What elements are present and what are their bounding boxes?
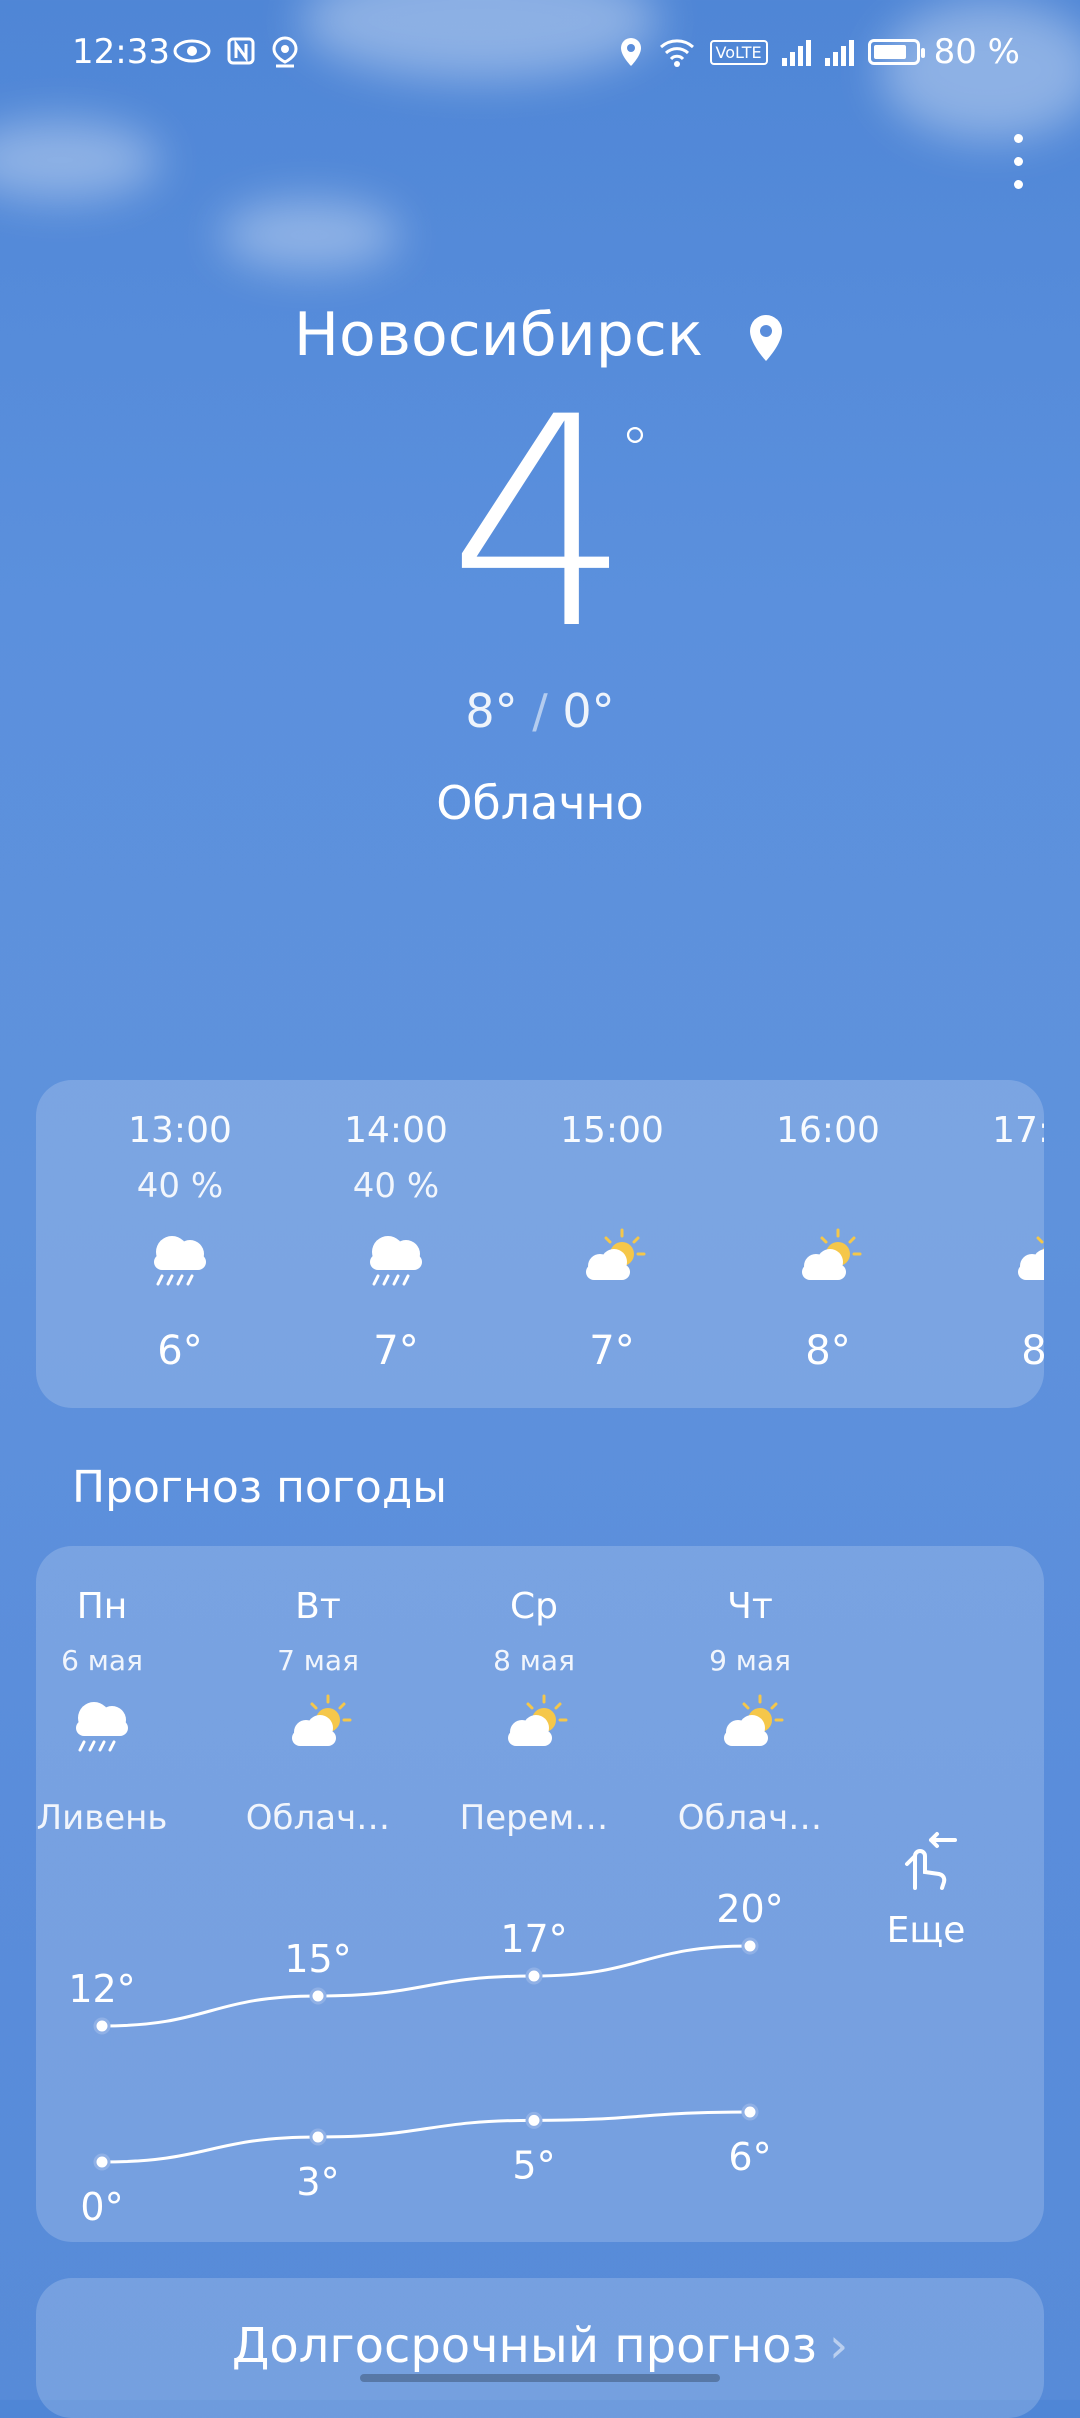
day-date: 6 мая bbox=[61, 1644, 143, 1677]
high-temp-line bbox=[101, 1944, 751, 2028]
high-temp-label: 12° bbox=[68, 1967, 135, 2011]
temperature-value: 4 bbox=[447, 356, 633, 693]
hour-temp: 8° bbox=[1021, 1328, 1044, 1374]
status-time: 12:33 bbox=[72, 32, 170, 72]
day-date: 8 мая bbox=[493, 1644, 575, 1677]
hour-time: 15:00 bbox=[560, 1110, 664, 1151]
low-temp-label: 5° bbox=[512, 2143, 555, 2187]
home-indicator[interactable] bbox=[360, 2374, 720, 2382]
hour-time: 16:00 bbox=[776, 1110, 880, 1151]
day-weekday: Ср bbox=[510, 1586, 558, 1627]
hourly-forecast-card[interactable]: 13:00 40 % 6° 14:00 40 % 7° 15:00 7° 16:00 8° 17:0… bbox=[36, 1080, 1044, 1408]
volte-badge: VoLTE bbox=[709, 39, 768, 65]
hour-temp: 7° bbox=[373, 1328, 419, 1374]
battery-fill bbox=[873, 45, 906, 59]
long-forecast-label: Долгосрочный прогноз bbox=[231, 2318, 817, 2374]
chevron-right-icon: › bbox=[828, 2318, 849, 2374]
high-temp-point bbox=[525, 1967, 543, 1985]
degree-symbol: ° bbox=[620, 415, 650, 485]
more-label: Еще bbox=[886, 1910, 966, 1951]
low-temp-point bbox=[309, 2128, 327, 2146]
long-forecast-row: Долгосрочный прогноз › bbox=[36, 2318, 1044, 2374]
hour-temp: 8° bbox=[805, 1328, 851, 1374]
partly-cloudy-icon bbox=[572, 1220, 652, 1300]
forecast-title: Прогноз погоды bbox=[72, 1462, 448, 1513]
partly-cloudy-icon bbox=[278, 1686, 358, 1766]
low-temp-point bbox=[93, 2153, 111, 2171]
status-bar: 12:33 VoLTE 80 % bbox=[0, 24, 1080, 84]
low-temp-line bbox=[101, 2110, 751, 2164]
low-temp-point bbox=[525, 2111, 543, 2129]
daily-forecast-card[interactable]: 12° 15° 17° 20° 0° 3° 5° 6° Еще Пн 6 мая Ливень Вт… bbox=[36, 1546, 1044, 2242]
high-low-separator: / bbox=[532, 684, 548, 738]
condition-text: Облачно bbox=[436, 776, 644, 830]
high-temp-point bbox=[741, 1937, 759, 1955]
partly-cloudy-icon bbox=[710, 1686, 790, 1766]
more-options-icon[interactable] bbox=[1006, 134, 1030, 189]
more-button[interactable]: Еще bbox=[866, 1826, 986, 1951]
signal-icon-2 bbox=[824, 38, 854, 66]
hour-time: 17:00 bbox=[992, 1110, 1044, 1151]
high-temp: 8° bbox=[465, 684, 518, 738]
long-forecast-button[interactable]: Долгосрочный прогноз › bbox=[36, 2278, 1044, 2418]
rain-cloud-icon bbox=[62, 1686, 142, 1766]
rain-cloud-icon bbox=[356, 1220, 436, 1300]
status-right-icons: VoLTE 80 % bbox=[618, 32, 1020, 72]
rain-cloud-icon bbox=[140, 1220, 220, 1300]
location-icon bbox=[620, 38, 641, 66]
high-temp-label: 17° bbox=[500, 1917, 567, 1961]
battery-icon bbox=[867, 39, 925, 65]
day-date: 7 мая bbox=[277, 1644, 359, 1677]
hour-precip: 40 % bbox=[136, 1166, 224, 1206]
low-temp: 0° bbox=[562, 684, 615, 738]
high-temp-point bbox=[309, 1987, 327, 2005]
low-temp-point bbox=[741, 2103, 759, 2121]
signal-icon-1 bbox=[781, 38, 811, 66]
low-temp-label: 0° bbox=[80, 2185, 123, 2229]
day-weekday: Вт bbox=[295, 1586, 341, 1627]
location-shield-icon bbox=[272, 36, 298, 68]
eye-icon bbox=[173, 39, 211, 63]
partly-cloudy-icon bbox=[494, 1686, 574, 1766]
day-weekday: Пн bbox=[76, 1586, 128, 1627]
high-temp-label: 20° bbox=[716, 1887, 783, 1931]
hour-temp: 7° bbox=[589, 1328, 635, 1374]
high-temp-point bbox=[93, 2017, 111, 2035]
hour-time: 13:00 bbox=[128, 1110, 232, 1151]
status-left-icons bbox=[172, 36, 300, 70]
current-temperature: 4 ° bbox=[0, 380, 1080, 670]
low-temp-label: 6° bbox=[728, 2135, 771, 2179]
hour-temp: 6° bbox=[157, 1328, 203, 1374]
partly-cloudy-icon bbox=[788, 1220, 868, 1300]
nfc-icon bbox=[227, 37, 255, 65]
day-date: 9 мая bbox=[709, 1644, 791, 1677]
hour-time: 14:00 bbox=[344, 1110, 448, 1151]
partly-cloudy-icon bbox=[1004, 1220, 1044, 1300]
wifi-icon bbox=[659, 39, 694, 67]
day-condition: Облач… bbox=[677, 1798, 823, 1838]
high-temp-label: 15° bbox=[284, 1937, 351, 1981]
day-condition: Перем… bbox=[459, 1798, 609, 1838]
day-condition: Ливень bbox=[36, 1798, 168, 1838]
low-temp-label: 3° bbox=[296, 2160, 339, 2204]
location-pin-icon bbox=[750, 315, 783, 362]
battery-percent: 80 % bbox=[933, 32, 1020, 72]
high-low: 8° / 0° bbox=[0, 684, 1080, 738]
day-condition: Облач… bbox=[245, 1798, 391, 1838]
hour-precip: 40 % bbox=[352, 1166, 440, 1206]
swipe-hand-icon bbox=[905, 1832, 957, 1890]
day-weekday: Чт bbox=[727, 1586, 773, 1627]
